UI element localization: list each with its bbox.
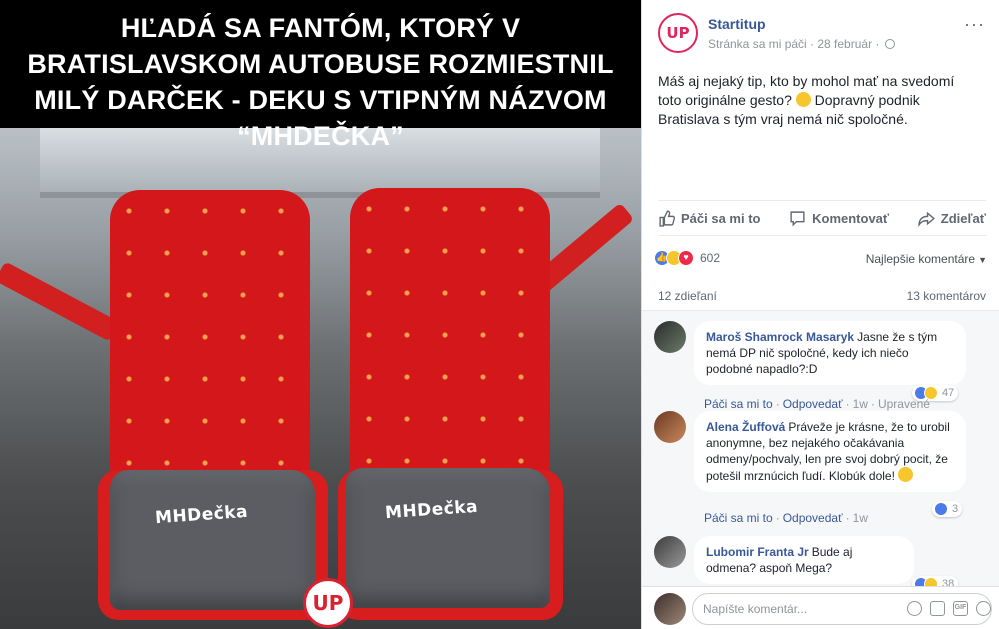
- comments-list[interactable]: Maroš Shamrock Masaryk Jasne že s tým nem…: [642, 310, 999, 586]
- camera-icon[interactable]: [930, 601, 945, 616]
- comment-reaction-count: 47: [942, 387, 955, 399]
- like-reaction-icon: [934, 502, 948, 516]
- page-avatar[interactable]: UP: [658, 13, 698, 53]
- comment-reply-link[interactable]: Odpovedať: [783, 511, 843, 525]
- like-button[interactable]: Páči sa mi to: [658, 209, 761, 227]
- comment-edited-label[interactable]: Upravené: [878, 397, 930, 411]
- sticker-icon[interactable]: [976, 601, 991, 616]
- comment-author-link[interactable]: Alena Žuffová: [706, 420, 785, 434]
- commenter-avatar[interactable]: [654, 411, 686, 443]
- share-icon: [918, 211, 935, 227]
- reactions-summary[interactable]: 👍 ♥ 602: [654, 250, 720, 266]
- comment-like-link[interactable]: Páči sa mi to: [704, 397, 773, 411]
- commenter-avatar[interactable]: [654, 536, 686, 568]
- comment-item: Lubomir Franta Jr Bude aj odmena? aspoň M…: [654, 536, 994, 586]
- share-button[interactable]: Zdieľať: [918, 210, 986, 227]
- comment-time[interactable]: 1w: [853, 511, 868, 525]
- share-button-label: Zdieľať: [940, 210, 986, 226]
- smiley-emoji-icon: [898, 467, 914, 482]
- comment-bubble: Alena Žuffová Práveže je krásne, že to ur…: [694, 411, 966, 492]
- love-reaction-icon: ♥: [678, 250, 694, 266]
- comment-bubble: Lubomir Franta Jr Bude aj odmena? aspoň M…: [694, 536, 914, 584]
- comment-composer: Napíšte komentár... GIF: [642, 586, 999, 629]
- blanket-right: [345, 468, 550, 608]
- comment-icon: [790, 210, 805, 227]
- composer-tools: GIF: [907, 601, 991, 616]
- haha-reaction-icon: [924, 577, 938, 586]
- comment-bubble: Maroš Shamrock Masaryk Jasne že s tým nem…: [694, 321, 966, 385]
- comment-item: Alena Žuffová Práveže je krásne, že to ur…: [654, 411, 994, 531]
- post-meta-text: Stránka sa mi páči · 28 február ·: [708, 37, 880, 51]
- thumbs-up-icon: [659, 209, 675, 227]
- comment-button-label: Komentovať: [812, 210, 890, 226]
- comments-count-link[interactable]: 13 komentárov: [907, 289, 986, 303]
- commenter-avatar[interactable]: [654, 321, 686, 353]
- shares-count-link[interactable]: 12 zdieľaní: [658, 289, 717, 303]
- post-meta: Stránka sa mi páči · 28 február ·: [708, 37, 895, 51]
- comment-author-link[interactable]: Lubomir Franta Jr: [706, 545, 809, 559]
- emoji-icon[interactable]: [907, 601, 922, 616]
- smiley-emoji-icon: [795, 92, 811, 107]
- comment-actions: Páči sa mi to · Odpovedať · 1w: [704, 511, 868, 525]
- comment-author-link[interactable]: Maroš Shamrock Masaryk: [706, 330, 854, 344]
- reactions-count: 602: [700, 251, 721, 265]
- comment-reactions[interactable]: 38: [912, 576, 959, 586]
- comment-reactions[interactable]: 3: [932, 501, 963, 517]
- comment-actions: Páči sa mi to · Odpovedať · 1w · Upravené: [704, 397, 930, 411]
- post-panel: UP Startitup Stránka sa mi páči · 28 feb…: [641, 0, 999, 629]
- like-button-label: Páči sa mi to: [681, 210, 761, 226]
- comment-reaction-count: 3: [952, 503, 959, 515]
- current-user-avatar: [654, 593, 686, 625]
- globe-icon: [884, 39, 895, 49]
- comment-like-link[interactable]: Páči sa mi to: [704, 511, 773, 525]
- blanket-left: [110, 470, 315, 610]
- gif-icon[interactable]: GIF: [953, 601, 968, 616]
- post-photo[interactable]: MHDečka MHDečka HĽADÁ SA FANTÓM, KTORÝ V…: [0, 0, 641, 629]
- startitup-watermark-logo: UP: [303, 578, 353, 628]
- page-name-link[interactable]: Startitup: [708, 16, 766, 32]
- comment-reply-link[interactable]: Odpovedať: [783, 397, 843, 411]
- comment-item: Maroš Shamrock Masaryk Jasne že s tým nem…: [654, 321, 994, 411]
- comment-button[interactable]: Komentovať: [789, 210, 889, 227]
- more-options-icon[interactable]: ···: [964, 14, 985, 35]
- comment-sort-dropdown[interactable]: Najlepšie komentáre ▼: [866, 252, 987, 266]
- post-text: Máš aj nejaký tip, kto by mohol mať na s…: [658, 72, 978, 129]
- comment-sort-label: Najlepšie komentáre: [865, 252, 976, 266]
- comment-reaction-count: 38: [942, 578, 955, 586]
- facebook-photo-viewer: MHDečka MHDečka HĽADÁ SA FANTÓM, KTORÝ V…: [0, 0, 999, 629]
- post-stats: 12 zdieľaní 13 komentárov: [658, 289, 986, 303]
- post-actions-bar: Páči sa mi to Komentovať Zdieľať: [658, 200, 986, 236]
- photo-headline: HĽADÁ SA FANTÓM, KTORÝ V BRATISLAVSKOM A…: [0, 0, 641, 151]
- comment-time[interactable]: 1w: [853, 397, 868, 411]
- comment-input-placeholder: Napíšte komentár...: [703, 602, 808, 616]
- chevron-down-icon: ▼: [978, 255, 987, 265]
